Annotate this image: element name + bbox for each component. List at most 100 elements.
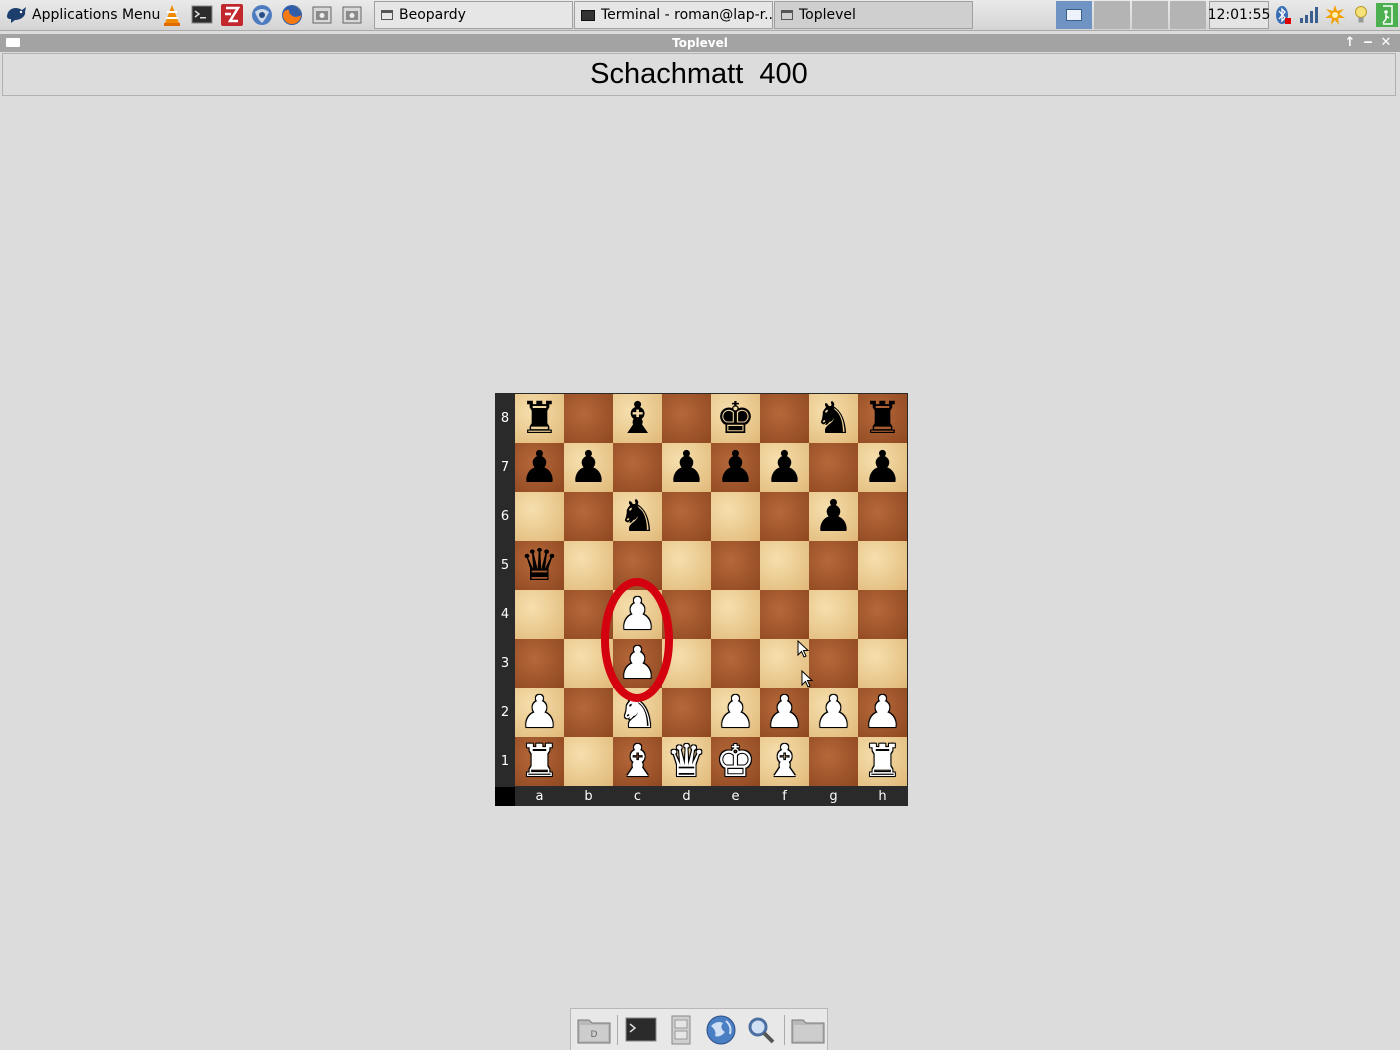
square-g1[interactable] (809, 737, 858, 786)
square-c2[interactable]: ♞ (613, 688, 662, 737)
square-h1[interactable]: ♜ (858, 737, 907, 786)
square-h3[interactable] (858, 639, 907, 688)
white-knight-icon[interactable]: ♞ (618, 690, 657, 735)
square-d5[interactable] (662, 541, 711, 590)
home-folder-icon[interactable]: D (575, 1012, 613, 1048)
square-f4[interactable] (760, 590, 809, 639)
folder-icon[interactable] (789, 1012, 827, 1048)
workspace-4[interactable] (1170, 1, 1206, 29)
square-g5[interactable] (809, 541, 858, 590)
white-pawn-icon[interactable]: ♟ (520, 690, 559, 735)
square-f3[interactable] (760, 639, 809, 688)
black-knight-icon[interactable]: ♞ (814, 396, 853, 441)
square-a2[interactable]: ♟ (515, 688, 564, 737)
square-b6[interactable] (564, 492, 613, 541)
square-b7[interactable]: ♟ (564, 443, 613, 492)
web-browser-icon[interactable] (702, 1012, 740, 1048)
square-b1[interactable] (564, 737, 613, 786)
square-d8[interactable] (662, 394, 711, 443)
bluetooth-icon[interactable] (1272, 3, 1294, 27)
square-a4[interactable] (515, 590, 564, 639)
taskbar-item-beopardy[interactable]: Beopardy (374, 1, 573, 29)
square-d7[interactable]: ♟ (662, 443, 711, 492)
logout-icon[interactable] (1376, 3, 1398, 27)
white-pawn-icon[interactable]: ♟ (618, 592, 657, 637)
white-pawn-icon[interactable]: ♟ (716, 690, 755, 735)
search-icon[interactable] (742, 1012, 780, 1048)
black-pawn-icon[interactable]: ♟ (814, 494, 853, 539)
square-b8[interactable] (564, 394, 613, 443)
square-d4[interactable] (662, 590, 711, 639)
square-c6[interactable]: ♞ (613, 492, 662, 541)
close-button[interactable]: ✕ (1378, 34, 1394, 52)
black-pawn-icon[interactable]: ♟ (765, 445, 804, 490)
taskbar-item-terminal[interactable]: Terminal - roman@lap-r... (574, 1, 773, 29)
screenshot-2-icon[interactable] (340, 3, 364, 27)
workspace-3[interactable] (1132, 1, 1168, 29)
white-pawn-icon[interactable]: ♟ (765, 690, 804, 735)
square-h8[interactable]: ♜ (858, 394, 907, 443)
vlc-icon[interactable] (160, 3, 184, 27)
square-e5[interactable] (711, 541, 760, 590)
terminal-icon[interactable] (190, 3, 214, 27)
square-g6[interactable]: ♟ (809, 492, 858, 541)
square-g2[interactable]: ♟ (809, 688, 858, 737)
square-a5[interactable]: ♛ (515, 541, 564, 590)
window-titlebar[interactable]: Toplevel ↑ ‒ ✕ (0, 34, 1400, 52)
square-a6[interactable] (515, 492, 564, 541)
black-king-icon[interactable]: ♚ (716, 396, 755, 441)
black-queen-icon[interactable]: ♛ (520, 543, 559, 588)
square-d1[interactable]: ♛ (662, 737, 711, 786)
square-e3[interactable] (711, 639, 760, 688)
black-pawn-icon[interactable]: ♟ (667, 445, 706, 490)
square-f2[interactable]: ♟ (760, 688, 809, 737)
notification-icon[interactable] (1324, 3, 1346, 27)
square-b4[interactable] (564, 590, 613, 639)
square-h6[interactable] (858, 492, 907, 541)
brightness-icon[interactable] (1350, 3, 1372, 27)
square-h2[interactable]: ♟ (858, 688, 907, 737)
window-menu-icon[interactable] (6, 38, 20, 47)
white-pawn-icon[interactable]: ♟ (618, 641, 657, 686)
white-pawn-icon[interactable]: ♟ (863, 690, 902, 735)
square-f5[interactable] (760, 541, 809, 590)
square-g8[interactable]: ♞ (809, 394, 858, 443)
square-b5[interactable] (564, 541, 613, 590)
maximize-button[interactable]: ↑ (1342, 34, 1358, 52)
network-signal-icon[interactable] (1298, 3, 1320, 27)
white-bishop-icon[interactable]: ♝ (618, 739, 657, 784)
applications-menu-button[interactable]: Applications Menu (4, 3, 160, 27)
thunderbird-icon[interactable] (250, 3, 274, 27)
square-e6[interactable] (711, 492, 760, 541)
square-a1[interactable]: ♜ (515, 737, 564, 786)
square-g4[interactable] (809, 590, 858, 639)
white-queen-icon[interactable]: ♛ (667, 739, 706, 784)
white-rook-icon[interactable]: ♜ (520, 739, 559, 784)
firefox-icon[interactable] (280, 3, 304, 27)
taskbar-item-toplevel[interactable]: Toplevel (774, 1, 973, 29)
square-f1[interactable]: ♝ (760, 737, 809, 786)
square-h7[interactable]: ♟ (858, 443, 907, 492)
black-rook-icon[interactable]: ♜ (520, 396, 559, 441)
square-f6[interactable] (760, 492, 809, 541)
square-c4[interactable]: ♟ (613, 590, 662, 639)
black-bishop-icon[interactable]: ♝ (618, 396, 657, 441)
square-b2[interactable] (564, 688, 613, 737)
square-d3[interactable] (662, 639, 711, 688)
black-knight-icon[interactable]: ♞ (618, 494, 657, 539)
workspace-1[interactable] (1056, 1, 1092, 29)
black-pawn-icon[interactable]: ♟ (716, 445, 755, 490)
square-c7[interactable] (613, 443, 662, 492)
square-c3[interactable]: ♟ (613, 639, 662, 688)
square-h4[interactable] (858, 590, 907, 639)
clock[interactable]: 12:01:55 (1208, 1, 1270, 29)
square-a7[interactable]: ♟ (515, 443, 564, 492)
square-a3[interactable] (515, 639, 564, 688)
white-rook-icon[interactable]: ♜ (863, 739, 902, 784)
square-g7[interactable] (809, 443, 858, 492)
square-h5[interactable] (858, 541, 907, 590)
black-rook-icon[interactable]: ♜ (863, 396, 902, 441)
black-pawn-icon[interactable]: ♟ (863, 445, 902, 490)
square-e7[interactable]: ♟ (711, 443, 760, 492)
square-c1[interactable]: ♝ (613, 737, 662, 786)
